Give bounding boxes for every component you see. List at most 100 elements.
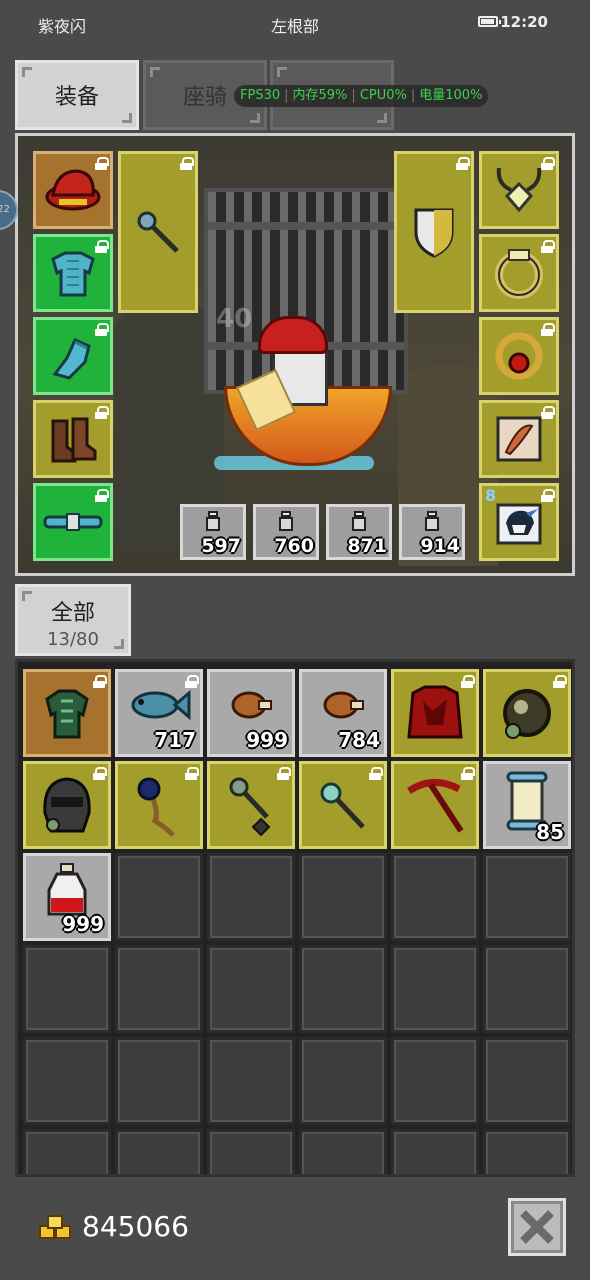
horned-amulet-icon xyxy=(496,167,542,213)
inventory-slot[interactable] xyxy=(483,669,571,757)
gold-coins-icon xyxy=(39,1215,71,1239)
cpu-text: CPU0% xyxy=(359,88,407,103)
empty-inventory-slot[interactable] xyxy=(23,1129,111,1174)
corner-decoration xyxy=(150,67,160,77)
empty-inventory-slot[interactable] xyxy=(483,853,571,941)
equip-slot-helmet[interactable] xyxy=(33,151,113,229)
equip-slot-gloves[interactable] xyxy=(33,317,113,395)
item-count: 784 xyxy=(338,728,380,752)
inventory-filter-all[interactable]: 全部 13/80 xyxy=(15,584,131,656)
potion-count: 760 xyxy=(274,535,314,557)
gold-ring-icon xyxy=(495,249,543,299)
empty-inventory-slot[interactable] xyxy=(115,945,203,1033)
equip-slot-necklace[interactable] xyxy=(479,151,559,229)
potion-icon xyxy=(206,511,220,531)
corner-decoration xyxy=(114,639,124,649)
mace-icon xyxy=(137,211,179,253)
gold-amount: 845066 xyxy=(82,1210,189,1243)
empty-inventory-slot[interactable] xyxy=(207,945,295,1033)
equip-slot-pet[interactable]: 8 xyxy=(479,483,559,561)
quick-potion-slot[interactable]: 914 xyxy=(399,504,465,560)
quick-potion-slot[interactable]: 871 xyxy=(326,504,392,560)
inventory-slot[interactable] xyxy=(23,669,111,757)
empty-inventory-slot[interactable] xyxy=(23,1037,111,1125)
corner-decoration xyxy=(250,113,260,123)
fish-icon xyxy=(131,689,191,721)
meat-icon xyxy=(231,691,272,719)
equip-slot-shield[interactable] xyxy=(394,151,474,313)
brown-boots-icon xyxy=(51,417,97,463)
empty-inventory-slot[interactable] xyxy=(207,1037,295,1125)
battery-icon xyxy=(478,16,501,27)
empty-inventory-slot[interactable] xyxy=(483,1037,571,1125)
item-count: 717 xyxy=(154,728,196,752)
ruby-ring-icon xyxy=(495,332,543,380)
item-count: 999 xyxy=(246,728,288,752)
lock-icon xyxy=(456,157,470,170)
equip-slot-ring-2[interactable] xyxy=(479,317,559,395)
inventory-slot[interactable] xyxy=(23,761,111,849)
empty-inventory-slot[interactable] xyxy=(391,1129,479,1174)
inventory-slot[interactable] xyxy=(299,761,387,849)
equip-slot-ring-1[interactable] xyxy=(479,234,559,312)
filter-count: 13/80 xyxy=(47,629,99,650)
empty-inventory-slot[interactable] xyxy=(207,1129,295,1174)
tab-label: 装备 xyxy=(54,85,99,110)
inventory-slot[interactable] xyxy=(115,761,203,849)
green-armor-icon xyxy=(45,689,89,739)
empty-inventory-slot[interactable] xyxy=(115,1129,203,1174)
potion-count: 597 xyxy=(201,535,241,557)
empty-inventory-slot[interactable] xyxy=(391,945,479,1033)
empty-inventory-slot[interactable] xyxy=(483,945,571,1033)
corner-decoration xyxy=(277,67,287,77)
status-time: 12:20 xyxy=(500,13,548,31)
lock-icon xyxy=(95,489,109,502)
equipment-panel: 40 8 597 760 871 914 xyxy=(15,133,575,576)
empty-inventory-slot[interactable] xyxy=(23,945,111,1033)
inventory-slot[interactable]: 784 xyxy=(299,669,387,757)
empty-inventory-slot[interactable] xyxy=(391,853,479,941)
red-pickaxe-icon xyxy=(407,779,464,833)
green-mace-icon xyxy=(229,777,271,837)
memory-text: 内存59% xyxy=(292,88,348,103)
inventory-slot[interactable]: 717 xyxy=(115,669,203,757)
performance-overlay: FPS30 | 内存59% | CPU0% | 电量100% xyxy=(234,85,489,107)
quick-potion-slot[interactable]: 760 xyxy=(253,504,319,560)
orb-staff-icon xyxy=(137,777,175,837)
corner-decoration xyxy=(122,113,132,123)
equip-slot-emblem[interactable] xyxy=(479,400,559,478)
teal-mace-icon xyxy=(320,782,365,829)
inventory-slot[interactable] xyxy=(391,761,479,849)
empty-inventory-slot[interactable] xyxy=(299,1129,387,1174)
equip-slot-boots[interactable] xyxy=(33,400,113,478)
empty-inventory-slot[interactable] xyxy=(299,945,387,1033)
battery-text: 电量100% xyxy=(419,88,483,103)
empty-inventory-slot[interactable] xyxy=(483,1129,571,1174)
corner-decoration xyxy=(22,591,32,601)
empty-inventory-slot[interactable] xyxy=(299,853,387,941)
inventory-slot[interactable] xyxy=(391,669,479,757)
close-button[interactable] xyxy=(508,1198,566,1256)
empty-inventory-slot[interactable] xyxy=(299,1037,387,1125)
corner-decoration xyxy=(22,67,32,77)
empty-inventory-slot[interactable] xyxy=(207,853,295,941)
blue-armor-icon xyxy=(51,251,95,297)
inventory-slot[interactable]: 85 xyxy=(483,761,571,849)
tab-equipment[interactable]: 装备 xyxy=(15,60,139,130)
inventory-slot[interactable] xyxy=(207,761,295,849)
item-count: 85 xyxy=(536,820,564,844)
item-count: 999 xyxy=(62,912,104,936)
status-bar: 紫夜闪 左根部 12:20 xyxy=(0,0,590,46)
inventory-slot[interactable]: 999 xyxy=(23,853,111,941)
equip-slot-weapon[interactable] xyxy=(118,151,198,313)
empty-inventory-slot[interactable] xyxy=(115,1037,203,1125)
equip-slot-armor[interactable] xyxy=(33,234,113,312)
empty-inventory-slot[interactable] xyxy=(391,1037,479,1125)
empty-inventory-slot[interactable] xyxy=(115,853,203,941)
quick-potion-slot[interactable]: 597 xyxy=(180,504,246,560)
inventory-slot[interactable]: 999 xyxy=(207,669,295,757)
blue-belt-icon xyxy=(43,513,103,531)
potion-icon xyxy=(352,511,366,531)
filter-label: 全部 xyxy=(50,601,95,626)
equip-slot-belt[interactable] xyxy=(33,483,113,561)
